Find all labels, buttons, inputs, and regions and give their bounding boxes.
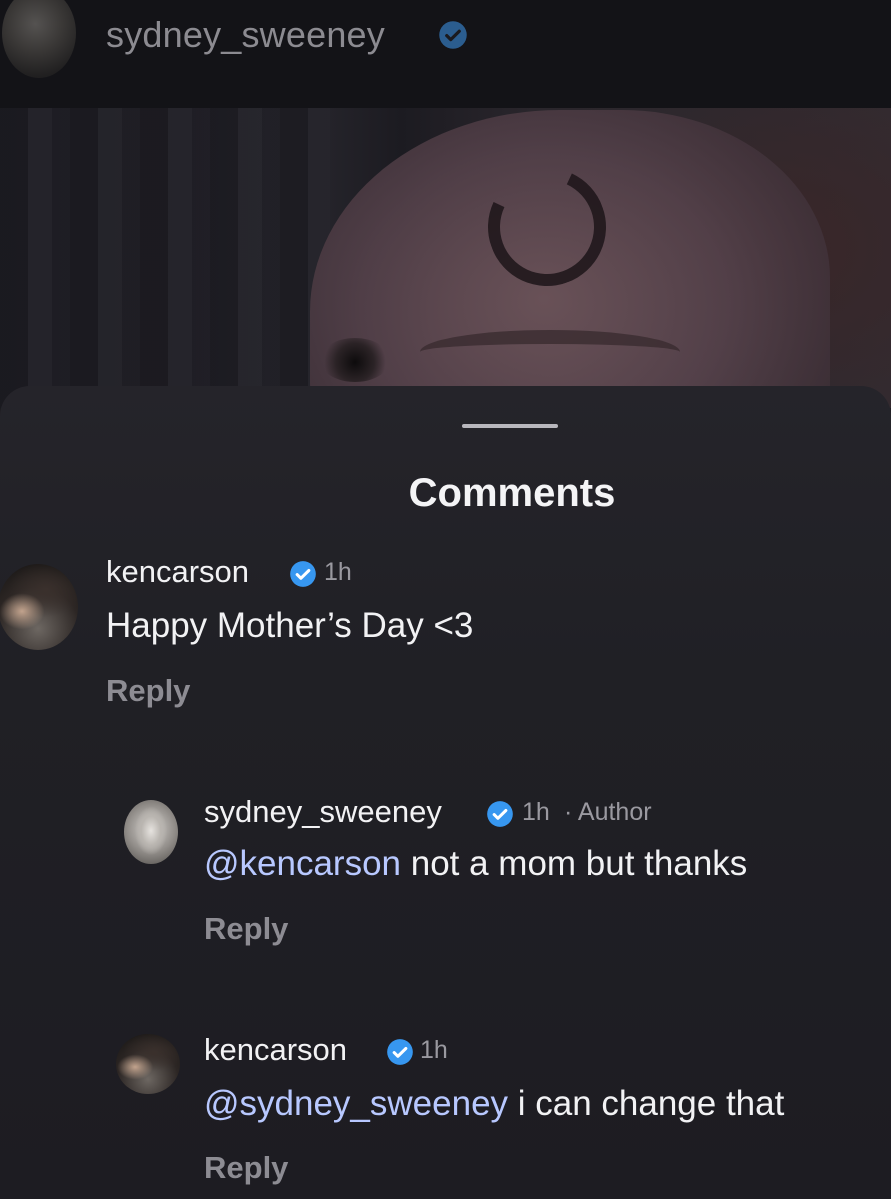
comment-time: 1h bbox=[324, 558, 352, 586]
comment-text-body: not a mom but thanks bbox=[401, 844, 748, 883]
reply-button[interactable]: Reply bbox=[204, 1150, 288, 1186]
reply-item: kencarson 1h @sydney_sweeney i can chang… bbox=[0, 1026, 891, 1196]
comment-text-body: i can change that bbox=[508, 1084, 785, 1123]
commenter-avatar[interactable] bbox=[124, 800, 178, 864]
commenter-avatar[interactable] bbox=[0, 564, 78, 650]
comment-text: @kencarson not a mom but thanks bbox=[204, 844, 747, 884]
reply-button[interactable]: Reply bbox=[204, 911, 288, 947]
commenter-avatar[interactable] bbox=[116, 1034, 180, 1094]
reply-button[interactable]: Reply bbox=[106, 673, 190, 709]
post-header: sydney_sweeney bbox=[0, 0, 891, 108]
comment-time: 1h bbox=[522, 798, 550, 826]
comment-username[interactable]: kencarson bbox=[106, 554, 249, 590]
post-author-avatar[interactable] bbox=[2, 0, 76, 78]
post-image-eye bbox=[320, 338, 390, 382]
post-author-username[interactable]: sydney_sweeney bbox=[106, 14, 385, 56]
verified-badge-icon bbox=[439, 21, 467, 49]
post-image-brow bbox=[420, 330, 680, 374]
mention-link[interactable]: @kencarson bbox=[204, 844, 401, 883]
post-image-curtain bbox=[0, 108, 330, 408]
comments-title: Comments bbox=[408, 471, 616, 515]
comment-time: 1h bbox=[420, 1036, 448, 1064]
instagram-comments-screen: sydney_sweeney Comments kencarson 1h Hap… bbox=[0, 0, 891, 1199]
reply-item: sydney_sweeney 1h · Author @kencarson no… bbox=[0, 786, 891, 946]
comments-sheet: Comments kencarson 1h Happy Mother’s Day… bbox=[0, 386, 891, 1199]
verified-badge-icon bbox=[290, 561, 316, 587]
comment-item: kencarson 1h Happy Mother’s Day <3 Reply bbox=[0, 546, 891, 709]
verified-badge-icon bbox=[487, 801, 513, 827]
sheet-drag-handle[interactable] bbox=[462, 424, 558, 428]
author-tag: · Author bbox=[564, 798, 652, 826]
comment-text: @sydney_sweeney i can change that bbox=[204, 1084, 784, 1124]
comment-username[interactable]: kencarson bbox=[204, 1032, 347, 1068]
mention-link[interactable]: @sydney_sweeney bbox=[204, 1084, 508, 1123]
verified-badge-icon bbox=[387, 1039, 413, 1065]
comment-username[interactable]: sydney_sweeney bbox=[204, 794, 442, 830]
comment-text: Happy Mother’s Day <3 bbox=[106, 606, 474, 645]
